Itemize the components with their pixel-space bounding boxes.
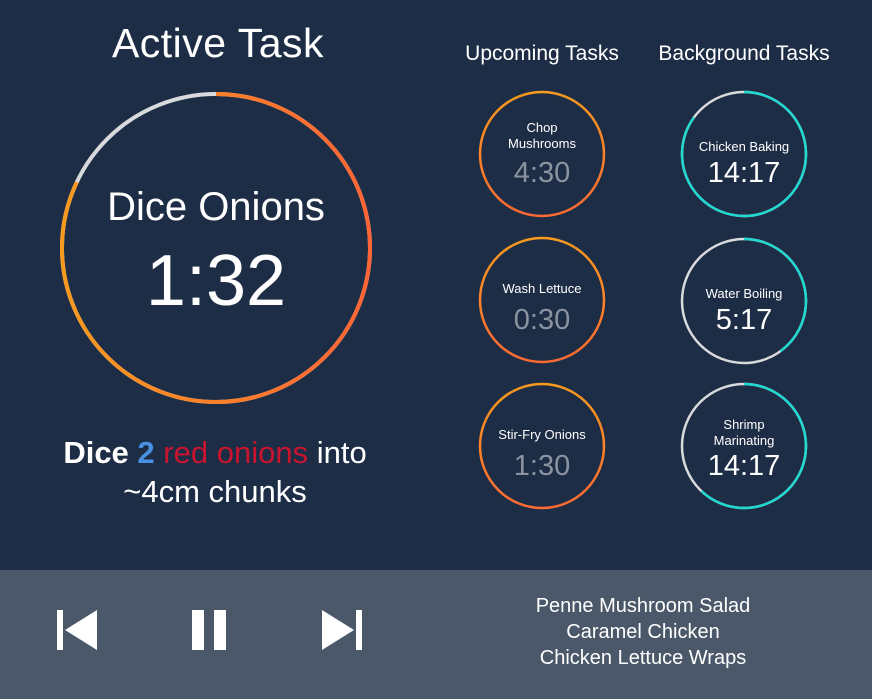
background-task-time: 14:17 — [707, 450, 781, 482]
background-task-water-boiling[interactable]: Water Boiling 5:17 — [679, 236, 809, 366]
instruction-text: into — [316, 435, 367, 470]
instruction-ingredient: red onions — [163, 435, 309, 470]
recipe-item[interactable]: Penne Mushroom Salad — [470, 593, 816, 619]
upcoming-task-time: 1:30 — [513, 450, 571, 482]
background-tasks-heading: Background Tasks — [658, 42, 830, 65]
upcoming-tasks-heading: Upcoming Tasks — [465, 42, 619, 65]
active-task-name: Dice Onions — [107, 185, 325, 229]
background-task-label: Chicken Baking — [698, 139, 790, 154]
recipe-list: Penne Mushroom Salad Caramel Chicken Chi… — [470, 593, 816, 671]
upcoming-ring — [478, 90, 606, 218]
instruction-text-2: ~4cm chunks — [123, 474, 307, 509]
skip-next-button[interactable] — [320, 608, 364, 652]
upcoming-ring — [478, 236, 606, 364]
recipe-item[interactable]: Caramel Chicken — [470, 619, 816, 645]
recipe-item[interactable]: Chicken Lettuce Wraps — [470, 645, 816, 671]
upcoming-ring — [478, 382, 606, 510]
upcoming-task-time: 0:30 — [513, 304, 571, 336]
active-task-title: Active Task — [111, 20, 325, 66]
background-task-label: Water Boiling — [705, 286, 783, 301]
pause-icon — [192, 610, 226, 650]
background-task-time: 5:17 — [715, 304, 773, 336]
upcoming-task-label: Stir-Fry Onions — [498, 427, 586, 442]
background-task-chicken-baking[interactable]: Chicken Baking 14:17 — [679, 89, 809, 219]
task-instruction: Dice 2 red onions into ~4cm chunks — [30, 433, 400, 511]
upcoming-task-label: Chop Mushrooms — [508, 120, 576, 151]
background-task-time: 14:17 — [707, 157, 781, 189]
instruction-verb: Dice — [63, 435, 129, 470]
pause-button[interactable] — [188, 608, 232, 652]
background-task-shrimp-marinating[interactable]: Shrimp Marinating 14:17 — [679, 381, 809, 511]
active-task-timer: 1:32 — [145, 241, 287, 321]
skip-previous-button[interactable] — [55, 608, 99, 652]
skip-previous-icon — [57, 610, 97, 650]
upcoming-task-wash-lettuce[interactable]: Wash Lettuce 0:30 — [477, 235, 607, 365]
background-task-label: Shrimp Marinating — [713, 417, 775, 448]
upcoming-task-stir-fry-onions[interactable]: Stir-Fry Onions 1:30 — [477, 381, 607, 511]
upcoming-task-chop-mushrooms[interactable]: Chop Mushrooms 4:30 — [477, 89, 607, 219]
skip-next-icon — [322, 610, 362, 650]
upcoming-task-label: Wash Lettuce — [502, 281, 582, 296]
instruction-quantity: 2 — [137, 435, 155, 470]
upcoming-task-time: 4:30 — [513, 157, 571, 189]
main-panel: Active Task Dice Onions 1:32 Dice 2 red … — [0, 0, 872, 570]
